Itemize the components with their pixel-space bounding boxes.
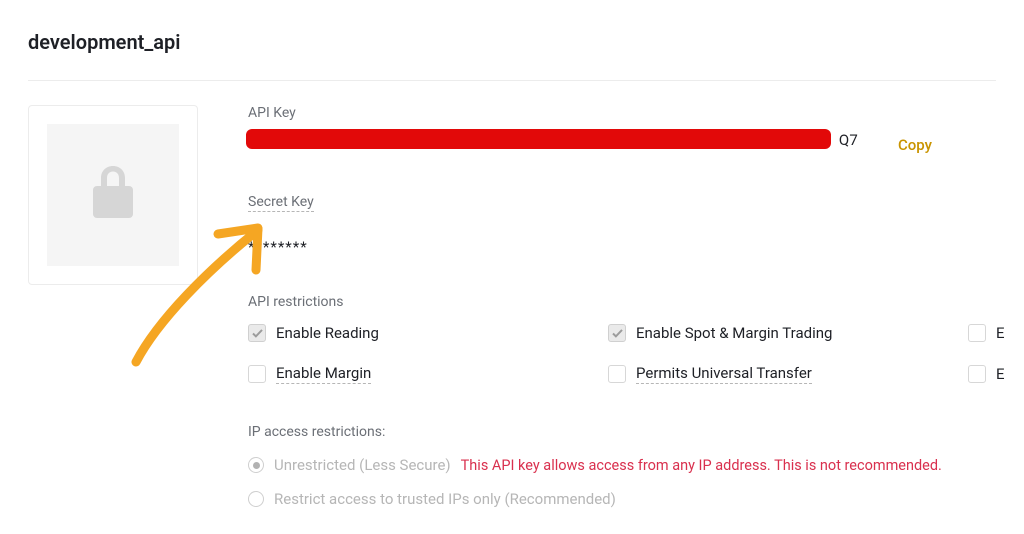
checkbox-icon	[608, 324, 626, 342]
radio-unrestricted[interactable]: Unrestricted (Less Secure) This API key …	[248, 456, 996, 474]
page-title: development_api	[28, 30, 996, 54]
checkbox-permits-universal-transfer[interactable]: Permits Universal Transfer	[608, 364, 968, 384]
copy-button[interactable]: Copy	[898, 136, 932, 154]
right-column: API Key Q7 Copy Secret Key ******** API …	[248, 105, 996, 524]
restrictions-grid: Enable Reading Enable Spot & Margin Trad…	[248, 324, 996, 384]
checkbox-label: E	[996, 365, 1005, 383]
checkbox-label: E	[996, 324, 1005, 342]
checkbox-enable-reading[interactable]: Enable Reading	[248, 324, 608, 342]
api-restrictions-label: API restrictions	[248, 294, 996, 310]
checkbox-label: Permits Universal Transfer	[636, 364, 812, 384]
api-key-value: Q7	[248, 133, 858, 157]
checkbox-icon	[968, 324, 986, 342]
radio-icon	[248, 491, 264, 507]
lock-inner	[47, 124, 179, 266]
secret-key-label: Secret Key	[248, 194, 314, 212]
redaction-bar	[246, 129, 831, 149]
checkbox-enable-spot-margin[interactable]: Enable Spot & Margin Trading	[608, 324, 968, 342]
left-column	[28, 105, 198, 524]
checkbox-icon	[248, 324, 266, 342]
api-key-label: API Key	[248, 105, 996, 121]
radio-label: Restrict access to trusted IPs only (Rec…	[274, 490, 616, 508]
lock-icon	[91, 166, 135, 224]
content-row: API Key Q7 Copy Secret Key ******** API …	[28, 105, 996, 524]
checkbox-icon	[248, 365, 266, 383]
checkbox-enable-margin[interactable]: Enable Margin	[248, 364, 608, 384]
checkbox-truncated-2[interactable]: E	[968, 364, 1024, 384]
checkbox-icon	[968, 365, 986, 383]
lock-card	[28, 105, 198, 285]
checkbox-label: Enable Reading	[276, 324, 379, 342]
checkbox-truncated-1[interactable]: E	[968, 324, 1024, 342]
radio-label: Unrestricted (Less Secure)	[274, 456, 451, 474]
checkbox-icon	[608, 365, 626, 383]
radio-restrict-trusted[interactable]: Restrict access to trusted IPs only (Rec…	[248, 490, 996, 508]
api-key-row: Q7 Copy	[248, 133, 996, 157]
ip-warning-text: This API key allows access from any IP a…	[461, 457, 942, 474]
ip-access-label: IP access restrictions:	[248, 424, 996, 440]
radio-icon	[248, 457, 264, 473]
checkbox-label: Enable Margin	[276, 364, 371, 384]
api-key-tail: Q7	[839, 131, 858, 149]
divider	[28, 80, 996, 81]
checkbox-label: Enable Spot & Margin Trading	[636, 324, 832, 342]
secret-key-value: ********	[248, 238, 996, 256]
